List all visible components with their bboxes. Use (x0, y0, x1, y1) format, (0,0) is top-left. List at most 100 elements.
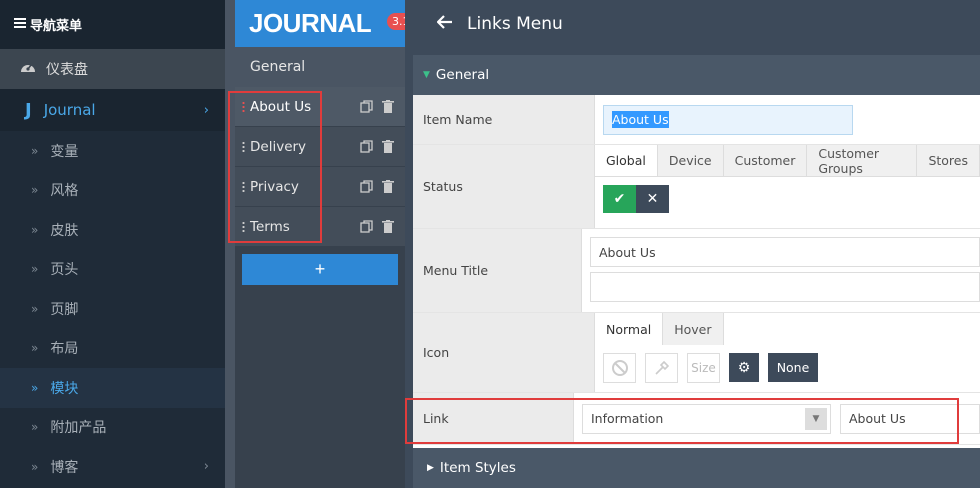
eyedropper-icon[interactable] (645, 353, 678, 383)
drag-handle-icon[interactable] (242, 141, 245, 152)
nav-subitem-label: 页脚 (50, 301, 79, 318)
copy-icon[interactable] (360, 140, 373, 153)
item-name-row: Item Name About Us (413, 95, 980, 145)
general-section-header[interactable]: ▼ General (413, 55, 980, 95)
close-icon[interactable]: ✕ (636, 185, 669, 213)
menu-title-row: Menu Title About Us (413, 229, 980, 313)
nav-subitem[interactable]: » 风格 (0, 171, 225, 211)
nav-subitem-label: 布局 (50, 341, 79, 358)
copy-icon[interactable] (360, 180, 373, 193)
back-arrow-icon[interactable] (436, 14, 453, 34)
status-tab[interactable]: Device (657, 145, 724, 176)
nav-item-label: Journal (43, 101, 96, 119)
status-tab[interactable]: Global (595, 145, 658, 176)
logo-text: JOURNAL (249, 8, 372, 38)
copy-icon[interactable] (360, 100, 373, 113)
caret-right-icon: ▶ (427, 463, 434, 473)
nav-subitem[interactable]: » 博客 › (0, 447, 225, 487)
ban-icon[interactable] (603, 353, 636, 383)
nav-subitem[interactable]: » 附加产品 (0, 408, 225, 448)
double-chevron-icon: » (31, 262, 39, 277)
status-label: Status (413, 145, 595, 228)
add-item-button[interactable]: + (242, 254, 398, 285)
link-cell: Information ▼ About Us (574, 393, 980, 444)
icon-cell: Normal Hover Size ⚙ None (595, 313, 980, 392)
double-chevron-icon: » (31, 301, 39, 316)
journal-items-column: JOURNAL 3.1.8 General About Us Delivery Pr… (235, 0, 425, 488)
menu-item-label: Terms (250, 218, 290, 235)
menu-item[interactable]: Delivery (235, 127, 405, 167)
double-chevron-icon: » (31, 143, 39, 158)
section-title: Item Styles (439, 460, 516, 476)
nav-subitem-label: 皮肤 (50, 222, 79, 239)
status-tab[interactable]: Customer (723, 145, 808, 176)
nav-subitem-label: 模块 (50, 380, 79, 397)
check-icon[interactable]: ✔ (603, 185, 636, 213)
nav-subitem-label: 风格 (50, 183, 79, 200)
nav-subitem-label: 附加产品 (50, 420, 107, 437)
icon-tab[interactable]: Normal (595, 313, 664, 345)
status-tab[interactable]: Stores (917, 145, 980, 176)
icon-size-field[interactable]: Size (687, 353, 720, 383)
journal-logo: JOURNAL 3.1.8 (235, 0, 425, 47)
nav-header-label: 导航菜单 (30, 19, 83, 34)
item-name-label: Item Name (413, 95, 595, 144)
trash-icon[interactable] (382, 220, 395, 233)
general-tab[interactable]: General (235, 47, 405, 87)
nav-subitem[interactable]: » 模块 (0, 368, 225, 408)
trash-icon[interactable] (382, 100, 395, 113)
chevron-right-icon: › (203, 102, 209, 118)
journal-j-icon: J (25, 99, 32, 121)
chevron-right-icon: › (203, 459, 209, 475)
nav-item-label: 仪表盘 (46, 62, 88, 78)
menu-item[interactable]: About Us (235, 87, 405, 127)
status-tabs: Global Device Customer Customer Groups Store… (595, 145, 980, 177)
nav-subitem[interactable]: » 布局 (0, 329, 225, 369)
nav-subitem[interactable]: » 页头 (0, 250, 225, 290)
copy-icon[interactable] (360, 220, 373, 233)
menu-title-field-2[interactable] (590, 272, 980, 302)
icon-none-button[interactable]: None (768, 353, 818, 382)
left-navigation: 导航菜单 仪表盘 J Journal › » 变量» 风格» 皮肤» 页头» 页脚» 布局»… (0, 0, 225, 488)
item-name-cell: About Us (595, 95, 980, 144)
nav-subitem[interactable]: » 页脚 (0, 289, 225, 329)
menu-title-field[interactable]: About Us (590, 237, 980, 267)
menu-title-label: Menu Title (413, 229, 582, 312)
nav-subitem[interactable]: » 变量 (0, 131, 225, 171)
item-styles-header[interactable]: ▶ Item Styles (413, 448, 980, 488)
icon-row: Icon Normal Hover Size ⚙ None (413, 313, 980, 393)
drag-handle-icon[interactable] (242, 181, 245, 192)
nav-subitem-label: 博客 (50, 459, 79, 476)
gear-icon[interactable]: ⚙ (729, 353, 759, 382)
link-type-select[interactable]: Information ▼ (582, 403, 831, 434)
icon-controls: Size ⚙ None (595, 345, 980, 383)
status-toggle: ✔ ✕ (595, 177, 980, 213)
double-chevron-icon: » (31, 420, 39, 435)
double-chevron-icon: » (31, 341, 39, 356)
double-chevron-icon: » (31, 380, 39, 395)
trash-icon[interactable] (382, 180, 395, 193)
icon-label: Icon (413, 313, 595, 392)
journal-submenu: » 变量 » 风格 » 皮肤 » 页头 » 页脚 » 布局 » 模块 » 附加产品 » 博客 › (0, 131, 225, 487)
nav-item-dashboard[interactable]: 仪表盘 (0, 49, 225, 89)
nav-item-journal[interactable]: J Journal › (0, 89, 225, 131)
drag-handle-icon[interactable] (242, 101, 245, 112)
dashboard-icon (20, 60, 36, 78)
main-content: Links Menu ▼ General Item Name About Us … (405, 0, 980, 488)
icon-tab[interactable]: Hover (663, 313, 724, 345)
menu-item[interactable]: Privacy (235, 167, 405, 207)
menu-item-label: Privacy (250, 178, 299, 195)
hamburger-icon[interactable] (14, 17, 26, 32)
nav-subitem[interactable]: » 皮肤 (0, 210, 225, 250)
section-title: General (435, 67, 490, 83)
status-tab[interactable]: Customer Groups (807, 145, 918, 176)
menu-item-label: About Us (250, 98, 312, 115)
link-value-field[interactable]: About Us (840, 403, 980, 434)
menu-item[interactable]: Terms (235, 207, 405, 247)
item-name-field[interactable]: About Us (603, 104, 853, 135)
nav-header[interactable]: 导航菜单 (0, 0, 225, 49)
status-cell: Global Device Customer Customer Groups Store… (595, 145, 980, 228)
double-chevron-icon: » (31, 459, 39, 474)
trash-icon[interactable] (382, 140, 395, 153)
drag-handle-icon[interactable] (242, 221, 245, 232)
